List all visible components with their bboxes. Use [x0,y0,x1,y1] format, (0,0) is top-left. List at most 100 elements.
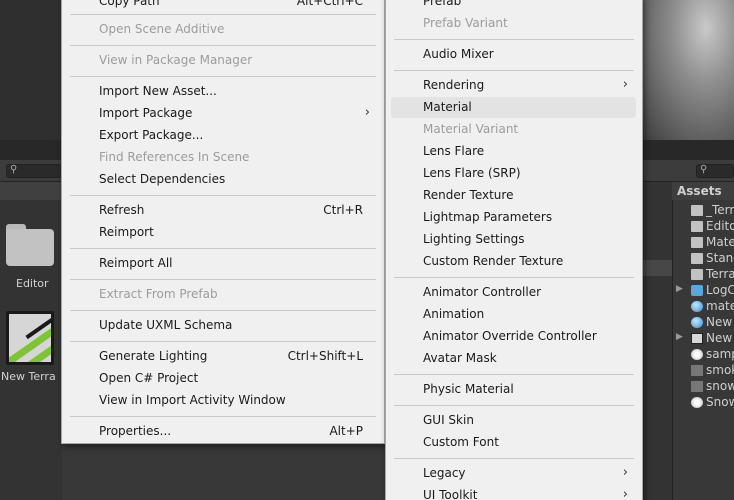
menu-separator [70,310,376,311]
sphere-icon [691,317,703,328]
menu-item-select-dependencies[interactable]: Select Dependencies [62,168,384,190]
tree-row[interactable]: ▶ New [676,331,734,347]
tree-row[interactable]: New [676,315,734,331]
menu-item-ui-toolkit[interactable]: UI Toolkit › [386,484,642,500]
tree-row[interactable]: samp [676,347,734,363]
create-submenu: Prefab Prefab Variant Audio Mixer Render… [385,0,643,500]
sphere-icon [691,301,703,312]
texture-icon [691,381,703,392]
tree-row[interactable]: smok [676,363,734,379]
menu-item-animation[interactable]: Animation [386,303,642,325]
menu-item-animator-controller[interactable]: Animator Controller [386,281,642,303]
folder-icon [691,221,703,232]
unity-icon [691,397,703,408]
unity-icon [691,349,703,360]
tree-row[interactable]: Mate [676,235,734,251]
menu-item-lens-flare-srp[interactable]: Lens Flare (SRP) [386,162,642,184]
chevron-right-icon: › [364,105,370,120]
menu-item-lens-flare[interactable]: Lens Flare [386,140,642,162]
tree-row[interactable]: ▶ LogC [676,283,734,299]
menu-separator [70,195,376,196]
menu-item-audio-mixer[interactable]: Audio Mixer [386,43,642,65]
menu-item-legacy[interactable]: Legacy › [386,462,642,484]
menu-item-prefab[interactable]: Prefab [386,0,642,12]
triangle-right-icon[interactable]: ▶ [676,332,683,342]
menu-item-prefab-variant: Prefab Variant [423,16,508,30]
tree-row[interactable]: _Terr [676,203,734,219]
menu-separator [70,76,376,77]
menu-item-view-in-package-manager: View in Package Manager [99,53,253,67]
hierarchy-search-input[interactable]: ⚲ [696,164,734,178]
menu-item-material[interactable]: Material [391,97,636,118]
menu-item-lightmap-parameters[interactable]: Lightmap Parameters [386,206,642,228]
menu-separator [394,374,634,375]
project-grid-header [0,182,62,200]
folder-icon [691,237,703,248]
menu-separator [70,279,376,280]
menu-item-gui-skin[interactable]: GUI Skin [386,409,642,431]
folder-icon [691,253,703,264]
chevron-right-icon: › [622,77,628,92]
tree-row[interactable]: snow [676,379,734,395]
menu-item-view-in-import-activity-window[interactable]: View in Import Activity Window [62,389,384,411]
menu-separator [394,277,634,278]
menu-item-reimport-all[interactable]: Reimport All [62,252,384,274]
menu-item-import-new-asset[interactable]: Import New Asset... [62,80,384,102]
chevron-right-icon: › [622,465,628,480]
terrain-icon [6,311,54,365]
menu-item-material-variant: Material Variant [423,122,519,136]
menu-item-open-scene-additive: Open Scene Additive [99,22,225,36]
menu-item-physic-material[interactable]: Physic Material [386,378,642,400]
menu-item-update-uxml-schema[interactable]: Update UXML Schema [62,314,384,336]
project-search-input[interactable]: ⚲ [6,164,62,178]
search-icon: ⚲ [700,164,708,175]
menu-separator [70,416,376,417]
menu-separator [70,45,376,46]
menu-item-avatar-mask[interactable]: Avatar Mask [386,347,642,369]
folder-icon [691,269,703,280]
chevron-right-icon: › [622,487,628,500]
menu-item-copy-path[interactable]: Copy Path Alt+Ctrl+C [62,0,384,12]
menu-item-properties[interactable]: Properties... Alt+P [62,420,384,442]
menu-item-extract-from-prefab: Extract From Prefab [99,287,218,301]
asset-label: Editor [16,277,49,290]
terrain-icon [691,333,703,344]
tree-row[interactable]: Terra [676,267,734,283]
menu-item-lighting-settings[interactable]: Lighting Settings [386,228,642,250]
menu-separator [70,248,376,249]
menu-separator [394,458,634,459]
menu-separator [394,39,634,40]
menu-item-refresh[interactable]: Refresh Ctrl+R [62,199,384,221]
assets-tree-header: Assets [672,182,734,200]
menu-separator [70,14,376,15]
assets-context-menu: Copy Path Alt+Ctrl+C Open Scene Additive … [61,0,385,444]
folder-icon [6,224,54,266]
menu-item-custom-render-texture[interactable]: Custom Render Texture [386,250,642,272]
texture-icon [691,365,703,376]
triangle-right-icon[interactable]: ▶ [676,284,683,294]
scene-view-preview [640,0,734,140]
folder-icon [691,205,703,216]
tree-row[interactable]: mate [676,299,734,315]
project-list-strip [642,182,672,500]
menu-item-find-references-in-scene: Find References In Scene [99,150,250,164]
selected-row-highlight [642,260,672,276]
menu-item-animator-override-controller[interactable]: Animator Override Controller [386,325,642,347]
tree-row[interactable]: Snow [676,395,734,411]
asset-label: New Terra [1,370,56,383]
menu-item-generate-lighting[interactable]: Generate Lighting Ctrl+Shift+L [62,345,384,367]
menu-item-rendering[interactable]: Rendering › [386,74,642,96]
menu-item-render-texture[interactable]: Render Texture [386,184,642,206]
tree-row[interactable]: Edito [676,219,734,235]
menu-separator [70,341,376,342]
menu-item-import-package[interactable]: Import Package › [62,102,384,124]
search-icon: ⚲ [10,164,18,175]
menu-separator [394,70,634,71]
tree-row[interactable]: Stand [676,251,734,267]
menu-item-export-package[interactable]: Export Package... [62,124,384,146]
menu-item-reimport[interactable]: Reimport [62,221,384,243]
menu-item-open-csharp-project[interactable]: Open C# Project [62,367,384,389]
menu-separator [394,405,634,406]
menu-item-custom-font[interactable]: Custom Font [386,431,642,453]
cube-icon [691,285,703,296]
